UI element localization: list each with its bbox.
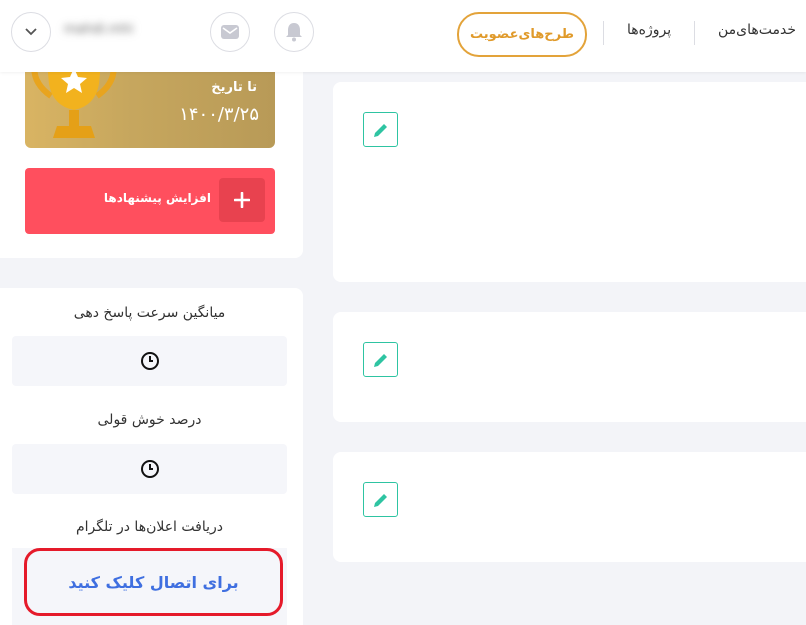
- user-name[interactable]: mahdi.mhi: [64, 22, 159, 42]
- content-card: [333, 312, 806, 422]
- trophy-icon: [31, 62, 117, 138]
- envelope-icon: [221, 25, 239, 39]
- pencil-icon: [373, 353, 387, 367]
- membership-until-label: تا تاریخ: [211, 80, 257, 95]
- nav-projects-link[interactable]: پروژه‌ها: [627, 22, 671, 38]
- notifications-button[interactable]: [274, 12, 314, 52]
- response-speed-title: میانگین سرعت پاسخ دهی: [73, 305, 226, 321]
- increase-offers-button[interactable]: افزایش پیشنهادها: [25, 168, 275, 234]
- edit-button[interactable]: [363, 482, 398, 517]
- pencil-icon: [373, 493, 387, 507]
- clock-icon: [140, 460, 159, 478]
- user-menu-dropdown-button[interactable]: [11, 12, 51, 52]
- plus-icon: [234, 192, 250, 208]
- content-card: [333, 452, 806, 562]
- response-speed-value-box: [12, 336, 287, 386]
- nav-separator: [694, 21, 695, 45]
- edit-button[interactable]: [363, 112, 398, 147]
- nav-separator: [603, 21, 604, 45]
- reliability-value-box: [12, 444, 287, 494]
- pencil-icon: [373, 123, 387, 137]
- top-header: mahdi.mhi طرح‌های‌عضویت پروژه‌ها خدمت‌ها…: [0, 0, 806, 72]
- membership-plans-button[interactable]: طرح‌های‌عضویت: [457, 12, 587, 57]
- chevron-down-icon: [25, 28, 37, 36]
- bell-icon: [286, 23, 302, 42]
- nav-my-services-link[interactable]: خدمت‌های‌من: [718, 22, 796, 38]
- clock-icon: [140, 352, 159, 370]
- messages-button[interactable]: [210, 12, 250, 52]
- membership-expiry-date: ۱۴۰۰/۳/۲۵: [179, 104, 259, 125]
- plus-icon-box: [219, 178, 265, 222]
- telegram-notifications-title: دریافت اعلان‌ها در تلگرام: [75, 519, 223, 535]
- reliability-title: درصد خوش قولی: [97, 412, 202, 428]
- telegram-connect-link[interactable]: برای اتصال کلیک کنید: [24, 548, 283, 616]
- edit-button[interactable]: [363, 342, 398, 377]
- membership-status-card: تا تاریخ ۱۴۰۰/۳/۲۵: [25, 62, 275, 148]
- increase-offers-label: افزایش پیشنهادها: [103, 191, 211, 205]
- content-card: [333, 82, 806, 282]
